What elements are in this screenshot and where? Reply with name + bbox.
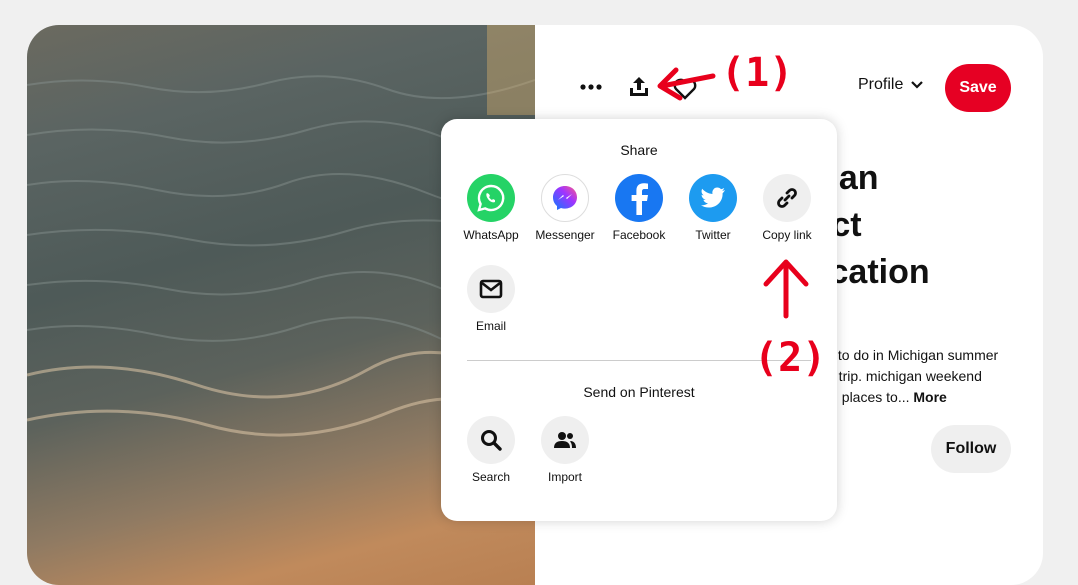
more-options-button[interactable] [571,67,611,107]
share-whatsapp-label: WhatsApp [463,228,519,242]
share-popup: Share WhatsApp Messenger Facebook Twitte… [441,119,837,521]
whatsapp-icon [477,184,505,212]
facebook-icon [631,183,648,215]
more-link[interactable]: More [913,389,946,405]
send-search[interactable]: Search [453,416,529,484]
twitter-icon [701,187,725,208]
send-on-pinterest-title: Send on Pinterest [583,384,695,400]
heart-icon [673,78,697,100]
share-messenger[interactable]: Messenger [527,174,603,242]
share-whatsapp[interactable]: WhatsApp [453,174,529,242]
contacts-icon [554,432,576,448]
upload-share-icon [630,77,648,96]
share-twitter[interactable]: Twitter [675,174,751,242]
link-icon [777,188,797,208]
messenger-icon [553,186,577,210]
profile-dropdown[interactable]: Profile [858,76,924,94]
chevron-down-icon [911,81,924,89]
share-email[interactable]: Email [453,265,529,333]
desc-line-2: d trip. michigan weekend [827,368,982,384]
share-messenger-label: Messenger [535,228,595,242]
share-title: Share [620,142,658,158]
ellipsis-icon [580,84,602,90]
desc-line-1: s to do in Michigan summer [827,347,999,363]
annotation-step-2: (2) [754,335,827,381]
send-search-label: Search [471,470,511,484]
search-icon [481,430,502,451]
follow-button[interactable]: Follow [931,425,1011,473]
email-icon [479,279,503,299]
send-import-label: Import [547,470,582,484]
save-button[interactable]: Save [945,64,1011,112]
pin-description: s to do in Michigan summer d trip. michi… [827,345,998,408]
share-facebook[interactable]: Facebook [601,174,677,242]
desc-line-3: ul places to... [827,389,914,405]
share-email-label: Email [475,319,506,333]
annotation-step-1: (1) [721,50,794,96]
heart-button[interactable] [665,69,705,109]
share-button[interactable] [619,67,659,107]
share-copy-link-label: Copy link [762,228,812,242]
send-import[interactable]: Import [527,416,603,484]
share-facebook-label: Facebook [612,228,666,242]
share-twitter-label: Twitter [695,228,731,242]
share-copy-link[interactable]: Copy link [749,174,825,242]
profile-label: Profile [858,76,904,93]
